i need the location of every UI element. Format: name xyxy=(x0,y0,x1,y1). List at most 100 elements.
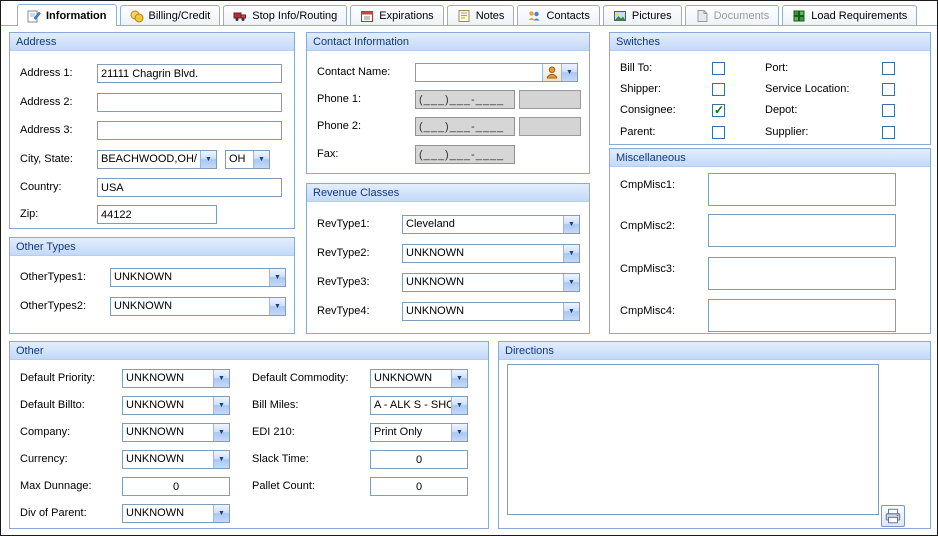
chevron-down-icon[interactable] xyxy=(451,397,467,414)
currency-combo[interactable]: UNKNOWN xyxy=(122,450,230,469)
chevron-down-icon[interactable] xyxy=(269,298,285,315)
cmpmisc2-input[interactable] xyxy=(708,214,896,247)
contact-lookup-button[interactable] xyxy=(542,64,561,81)
address1-input[interactable] xyxy=(97,64,282,83)
country-input[interactable] xyxy=(97,178,282,197)
chevron-down-icon[interactable] xyxy=(563,274,579,291)
zip-input[interactable] xyxy=(97,205,217,224)
supplier-checkbox[interactable] xyxy=(882,126,895,139)
fax-input[interactable] xyxy=(415,145,515,164)
directions-textarea[interactable] xyxy=(507,364,879,515)
phone1-extension-field xyxy=(519,90,581,109)
documents-icon xyxy=(695,9,709,23)
bill-miles-combo[interactable]: A - ALK S - SHO xyxy=(370,396,468,415)
div-of-parent-combo[interactable]: UNKNOWN xyxy=(122,504,230,523)
chevron-down-icon[interactable] xyxy=(451,370,467,387)
other-groupbox: Other Default Priority: UNKNOWN Default … xyxy=(9,341,489,529)
chevron-down-icon[interactable] xyxy=(451,424,467,441)
revtype1-combo[interactable]: Cleveland xyxy=(402,215,580,234)
city-combo-value: BEACHWOOD,OH/ xyxy=(98,151,200,168)
bill-to-checkbox[interactable] xyxy=(712,62,725,75)
phone1-input[interactable] xyxy=(415,90,515,109)
slack-time-input[interactable] xyxy=(370,450,468,469)
chevron-down-icon[interactable] xyxy=(269,269,285,286)
chevron-down-icon[interactable] xyxy=(213,370,229,387)
city-combo[interactable]: BEACHWOOD,OH/ xyxy=(97,150,217,169)
consignee-checkbox[interactable] xyxy=(712,104,725,117)
country-label: Country: xyxy=(20,178,62,197)
revtype4-label: RevType4: xyxy=(317,302,370,321)
othertypes2-combo[interactable]: UNKNOWN xyxy=(110,297,286,316)
edi-210-combo[interactable]: Print Only xyxy=(370,423,468,442)
shipper-checkbox[interactable] xyxy=(712,83,725,96)
company-combo[interactable]: UNKNOWN xyxy=(122,423,230,442)
tab-notes[interactable]: Notes xyxy=(447,5,515,25)
other-types-groupbox-title: Other Types xyxy=(10,238,294,256)
fax-label: Fax: xyxy=(317,145,338,164)
parent-checkbox[interactable] xyxy=(712,126,725,139)
max-dunnage-input[interactable] xyxy=(122,477,230,496)
revtype3-combo[interactable]: UNKNOWN xyxy=(402,273,580,292)
load-requirements-icon xyxy=(792,9,806,23)
cmpmisc3-input[interactable] xyxy=(708,257,896,290)
address2-label: Address 2: xyxy=(20,93,73,112)
other-groupbox-title: Other xyxy=(10,342,488,360)
expirations-icon xyxy=(360,9,374,23)
chevron-down-icon[interactable] xyxy=(213,397,229,414)
default-billto-combo[interactable]: UNKNOWN xyxy=(122,396,230,415)
tab-expirations[interactable]: Expirations xyxy=(350,5,443,25)
tab-billing-credit[interactable]: Billing/Credit xyxy=(120,5,221,25)
cmpmisc4-input[interactable] xyxy=(708,299,896,332)
revtype1-combo-value: Cleveland xyxy=(403,216,563,233)
chevron-down-icon[interactable] xyxy=(253,151,269,168)
chevron-down-icon[interactable] xyxy=(213,451,229,468)
pallet-count-input[interactable] xyxy=(370,477,468,496)
contact-name-combo[interactable] xyxy=(415,63,578,82)
chevron-down-icon[interactable] xyxy=(213,424,229,441)
revtype4-combo[interactable]: UNKNOWN xyxy=(402,302,580,321)
revtype2-combo[interactable]: UNKNOWN xyxy=(402,244,580,263)
tab-information[interactable]: Information xyxy=(17,4,117,26)
address-groupbox-title: Address xyxy=(10,33,294,51)
revtype2-label: RevType2: xyxy=(317,244,370,263)
chevron-down-icon[interactable] xyxy=(563,245,579,262)
default-priority-combo-value: UNKNOWN xyxy=(123,370,213,387)
address2-input[interactable] xyxy=(97,93,282,112)
phone2-label: Phone 2: xyxy=(317,117,361,136)
address3-input[interactable] xyxy=(97,121,282,140)
service-location-checkbox[interactable] xyxy=(882,83,895,96)
revtype3-label: RevType3: xyxy=(317,273,370,292)
default-priority-combo[interactable]: UNKNOWN xyxy=(122,369,230,388)
phone2-input[interactable] xyxy=(415,117,515,136)
printer-icon xyxy=(884,507,902,525)
depot-checkbox[interactable] xyxy=(882,104,895,117)
tab-load-requirements[interactable]: Load Requirements xyxy=(782,5,917,25)
chevron-down-icon[interactable] xyxy=(563,216,579,233)
othertypes1-label: OtherTypes1: xyxy=(20,268,86,287)
tab-notes-label: Notes xyxy=(476,10,505,22)
chevron-down-icon[interactable] xyxy=(200,151,216,168)
chevron-down-icon[interactable] xyxy=(563,303,579,320)
tab-pictures[interactable]: Pictures xyxy=(603,5,682,25)
directions-groupbox-title: Directions xyxy=(499,342,930,360)
switches-groupbox-title: Switches xyxy=(610,33,930,51)
revtype2-combo-value: UNKNOWN xyxy=(403,245,563,262)
chevron-down-icon[interactable] xyxy=(213,505,229,522)
bill-miles-label: Bill Miles: xyxy=(252,396,298,415)
port-checkbox[interactable] xyxy=(882,62,895,75)
print-directions-button[interactable] xyxy=(881,505,905,527)
cmpmisc1-input[interactable] xyxy=(708,173,896,206)
state-combo[interactable]: OH xyxy=(225,150,270,169)
tab-contacts[interactable]: Contacts xyxy=(517,5,599,25)
default-billto-label: Default Billto: xyxy=(20,396,85,415)
consignee-label: Consignee: xyxy=(620,104,676,117)
tab-stop-info-routing[interactable]: Stop Info/Routing xyxy=(223,5,347,25)
othertypes1-combo[interactable]: UNKNOWN xyxy=(110,268,286,287)
chevron-down-icon[interactable] xyxy=(561,64,577,81)
tab-expirations-label: Expirations xyxy=(379,10,433,22)
address-groupbox: Address Address 1: Address 2: Address 3:… xyxy=(9,32,295,229)
tab-documents[interactable]: Documents xyxy=(685,5,780,25)
edi-210-label: EDI 210: xyxy=(252,423,295,442)
default-commodity-combo[interactable]: UNKNOWN xyxy=(370,369,468,388)
phone1-label: Phone 1: xyxy=(317,90,361,109)
